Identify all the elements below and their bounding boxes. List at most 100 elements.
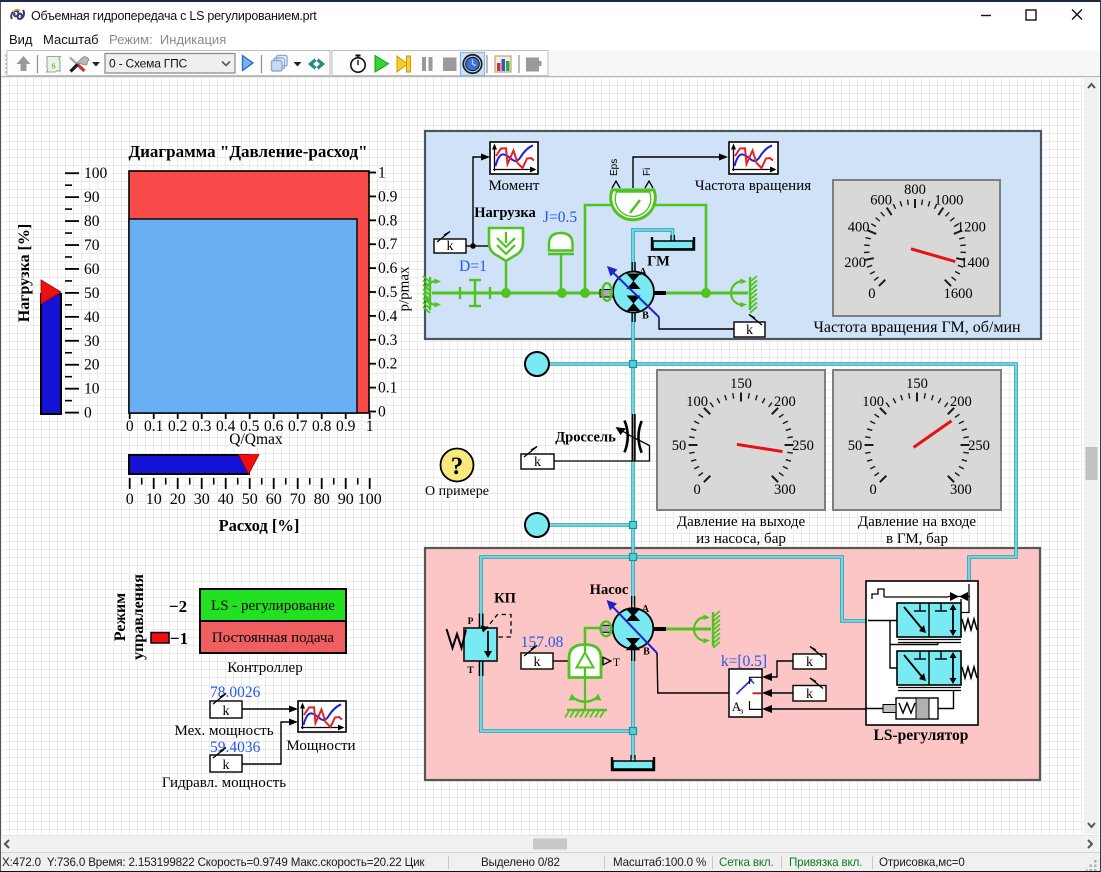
svg-text:0.5: 0.5	[378, 284, 398, 301]
svg-text:B: B	[643, 647, 650, 658]
svg-text:0.8: 0.8	[378, 212, 398, 229]
svg-text:30: 30	[194, 491, 210, 508]
svg-text:0: 0	[378, 404, 386, 421]
svg-text:Частота вращения: Частота вращения	[695, 178, 811, 194]
svg-text:Нагрузка [%]: Нагрузка [%]	[16, 224, 33, 322]
svg-text:60: 60	[84, 261, 100, 278]
svg-text:0.1: 0.1	[378, 380, 397, 397]
svg-text:0: 0	[694, 482, 701, 498]
svg-text:10: 10	[146, 491, 162, 508]
svg-text:s: s	[51, 60, 56, 72]
svg-text:в ГМ, бар: в ГМ, бар	[886, 531, 948, 547]
svg-text:Контроллер: Контроллер	[227, 660, 302, 676]
svg-text:157.08: 157.08	[521, 634, 564, 651]
svg-text:20: 20	[84, 357, 100, 374]
svg-text:k: k	[223, 704, 230, 719]
svg-text:−2: −2	[169, 597, 187, 616]
svg-text:0: 0	[126, 491, 134, 508]
svg-text:Диаграмма "Давление-расход": Диаграмма "Давление-расход"	[128, 142, 367, 161]
svg-text:A: A	[642, 604, 650, 615]
svg-text:0.7: 0.7	[378, 236, 398, 253]
svg-text:k: k	[447, 239, 454, 254]
svg-text:1400: 1400	[960, 255, 989, 271]
svg-text:0: 0	[868, 286, 875, 302]
svg-text:200: 200	[844, 255, 866, 271]
svg-text:k: k	[806, 687, 813, 702]
svg-text:0: 0	[84, 405, 92, 422]
svg-text:20: 20	[170, 491, 186, 508]
svg-text:300: 300	[774, 482, 796, 498]
svg-text:k: k	[223, 758, 230, 773]
svg-text:D=1: D=1	[459, 258, 487, 275]
svg-text:80: 80	[314, 491, 330, 508]
svg-text:Дроссель: Дроссель	[555, 430, 616, 446]
svg-text:Eps: Eps	[609, 159, 620, 176]
svg-text:50: 50	[848, 438, 863, 454]
svg-text:k: k	[534, 655, 541, 670]
svg-text:0.9: 0.9	[336, 418, 356, 435]
svg-text:0.3: 0.3	[192, 418, 212, 435]
svg-text:80: 80	[84, 213, 100, 230]
svg-text:−1: −1	[170, 629, 188, 648]
svg-text:1600: 1600	[944, 286, 973, 302]
svg-text:0.2: 0.2	[378, 356, 397, 373]
svg-text:250: 250	[792, 438, 814, 454]
svg-text:Fi: Fi	[642, 168, 653, 176]
svg-text:Режим: Режим	[112, 593, 129, 641]
svg-text:0.2: 0.2	[168, 418, 187, 435]
svg-text:200: 200	[774, 394, 796, 410]
svg-text:0.9: 0.9	[378, 188, 398, 205]
svg-text:600: 600	[870, 192, 892, 208]
svg-text:k=[0.5]: k=[0.5]	[721, 653, 767, 670]
svg-text:Нагрузка: Нагрузка	[474, 205, 536, 221]
svg-text:1200: 1200	[957, 220, 986, 236]
svg-text:200: 200	[950, 394, 972, 410]
svg-text:J=0.5: J=0.5	[543, 209, 577, 226]
svg-text:0.1: 0.1	[144, 418, 163, 435]
svg-text:P: P	[468, 617, 474, 627]
svg-text:0.8: 0.8	[312, 418, 332, 435]
svg-text:50: 50	[672, 438, 687, 454]
svg-text:50: 50	[242, 491, 258, 508]
svg-text:150: 150	[730, 376, 752, 392]
svg-text:100: 100	[862, 394, 884, 410]
svg-text:k: k	[806, 655, 813, 670]
svg-text:Мех. мощность: Мех. мощность	[174, 723, 273, 739]
svg-text:0.3: 0.3	[378, 332, 398, 349]
svg-text:1000: 1000	[934, 192, 963, 208]
svg-text:Q/Qmax: Q/Qmax	[229, 431, 283, 448]
svg-text:Насос: Насос	[590, 582, 629, 598]
svg-text:100: 100	[358, 491, 382, 508]
svg-text:ГМ: ГМ	[647, 254, 670, 270]
svg-text:LS-регулятор: LS-регулятор	[874, 727, 969, 744]
svg-text:0.6: 0.6	[378, 260, 398, 277]
svg-text:300: 300	[950, 482, 972, 498]
svg-text:100: 100	[84, 165, 108, 182]
svg-text:из насоса, бар: из насоса, бар	[696, 531, 786, 547]
svg-text:LS - регулирование: LS - регулирование	[211, 598, 335, 614]
svg-text:T: T	[613, 657, 620, 669]
svg-text:Давление на выходе: Давление на выходе	[677, 514, 806, 530]
svg-text:КП: КП	[494, 591, 516, 607]
svg-text:78.0026: 78.0026	[210, 684, 261, 701]
svg-text:Гидравл. мощность: Гидравл. мощность	[162, 775, 286, 791]
svg-text:B: B	[642, 311, 649, 322]
svg-text:400: 400	[848, 220, 870, 236]
svg-text:T: T	[467, 666, 474, 676]
svg-text:управления: управления	[130, 574, 147, 660]
svg-text:Расход [%]: Расход [%]	[219, 516, 300, 535]
svg-text:100: 100	[686, 394, 708, 410]
svg-text:59.4036: 59.4036	[210, 739, 261, 756]
svg-text:0.4: 0.4	[378, 308, 398, 325]
svg-text:90: 90	[338, 491, 354, 508]
svg-text:0.7: 0.7	[288, 418, 308, 435]
svg-text:k: k	[534, 455, 541, 470]
svg-text:70: 70	[84, 237, 100, 254]
svg-text:800: 800	[904, 182, 926, 198]
svg-text:Постоянная подача: Постоянная подача	[212, 630, 335, 646]
svg-text:50: 50	[84, 285, 100, 302]
svg-text:90: 90	[84, 189, 100, 206]
svg-text:10: 10	[84, 381, 100, 398]
svg-text:Частота вращения ГМ, об/мин: Частота вращения ГМ, об/мин	[813, 319, 1021, 336]
svg-text:70: 70	[290, 491, 306, 508]
